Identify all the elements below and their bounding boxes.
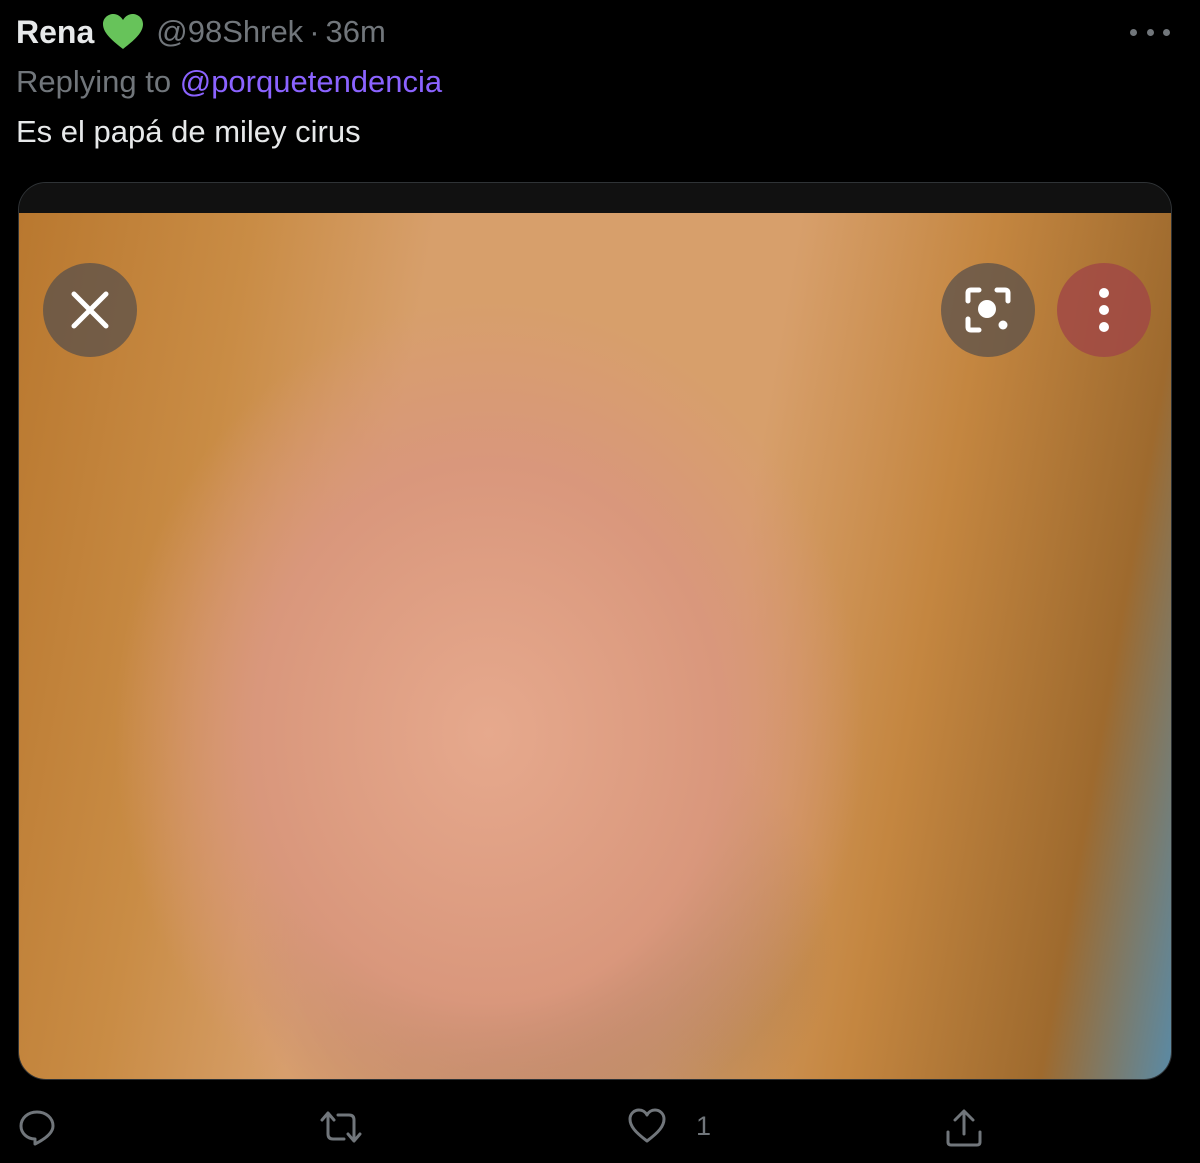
tweet-actions: 1	[0, 1100, 1200, 1160]
share-button[interactable]	[944, 1108, 984, 1148]
tweet: Rena @98Shrek · 36m Replying to @porquet…	[0, 0, 1200, 1163]
heart-icon	[628, 1108, 666, 1144]
timestamp[interactable]: 36m	[326, 14, 386, 50]
tweet-media[interactable]	[18, 182, 1172, 1080]
like-count: 1	[696, 1110, 712, 1141]
close-icon[interactable]	[43, 263, 137, 357]
more-vertical-icon[interactable]	[1057, 263, 1151, 357]
more-horizontal-icon[interactable]	[1130, 20, 1170, 44]
media-top-bar	[19, 183, 1171, 213]
replying-to: Replying to @porquetendencia	[16, 64, 442, 100]
green-heart-icon	[102, 13, 144, 51]
retweet-button[interactable]	[318, 1108, 364, 1146]
separator: ·	[309, 14, 320, 49]
lens-icon[interactable]	[941, 263, 1035, 357]
like-button[interactable]: 1	[628, 1108, 711, 1144]
author-name[interactable]: Rena	[16, 14, 94, 51]
reply-button[interactable]	[18, 1108, 56, 1146]
media-photo[interactable]	[19, 213, 1171, 1079]
author-handle[interactable]: @98Shrek	[156, 14, 303, 50]
reply-icon	[18, 1108, 56, 1146]
share-icon	[944, 1108, 984, 1148]
mention-link[interactable]: @porquetendencia	[180, 64, 442, 99]
retweet-icon	[318, 1108, 364, 1146]
tweet-text: Es el papá de miley cirus	[16, 114, 361, 149]
replying-prefix: Replying to	[16, 64, 172, 99]
tweet-header: Rena @98Shrek · 36m	[16, 12, 386, 52]
